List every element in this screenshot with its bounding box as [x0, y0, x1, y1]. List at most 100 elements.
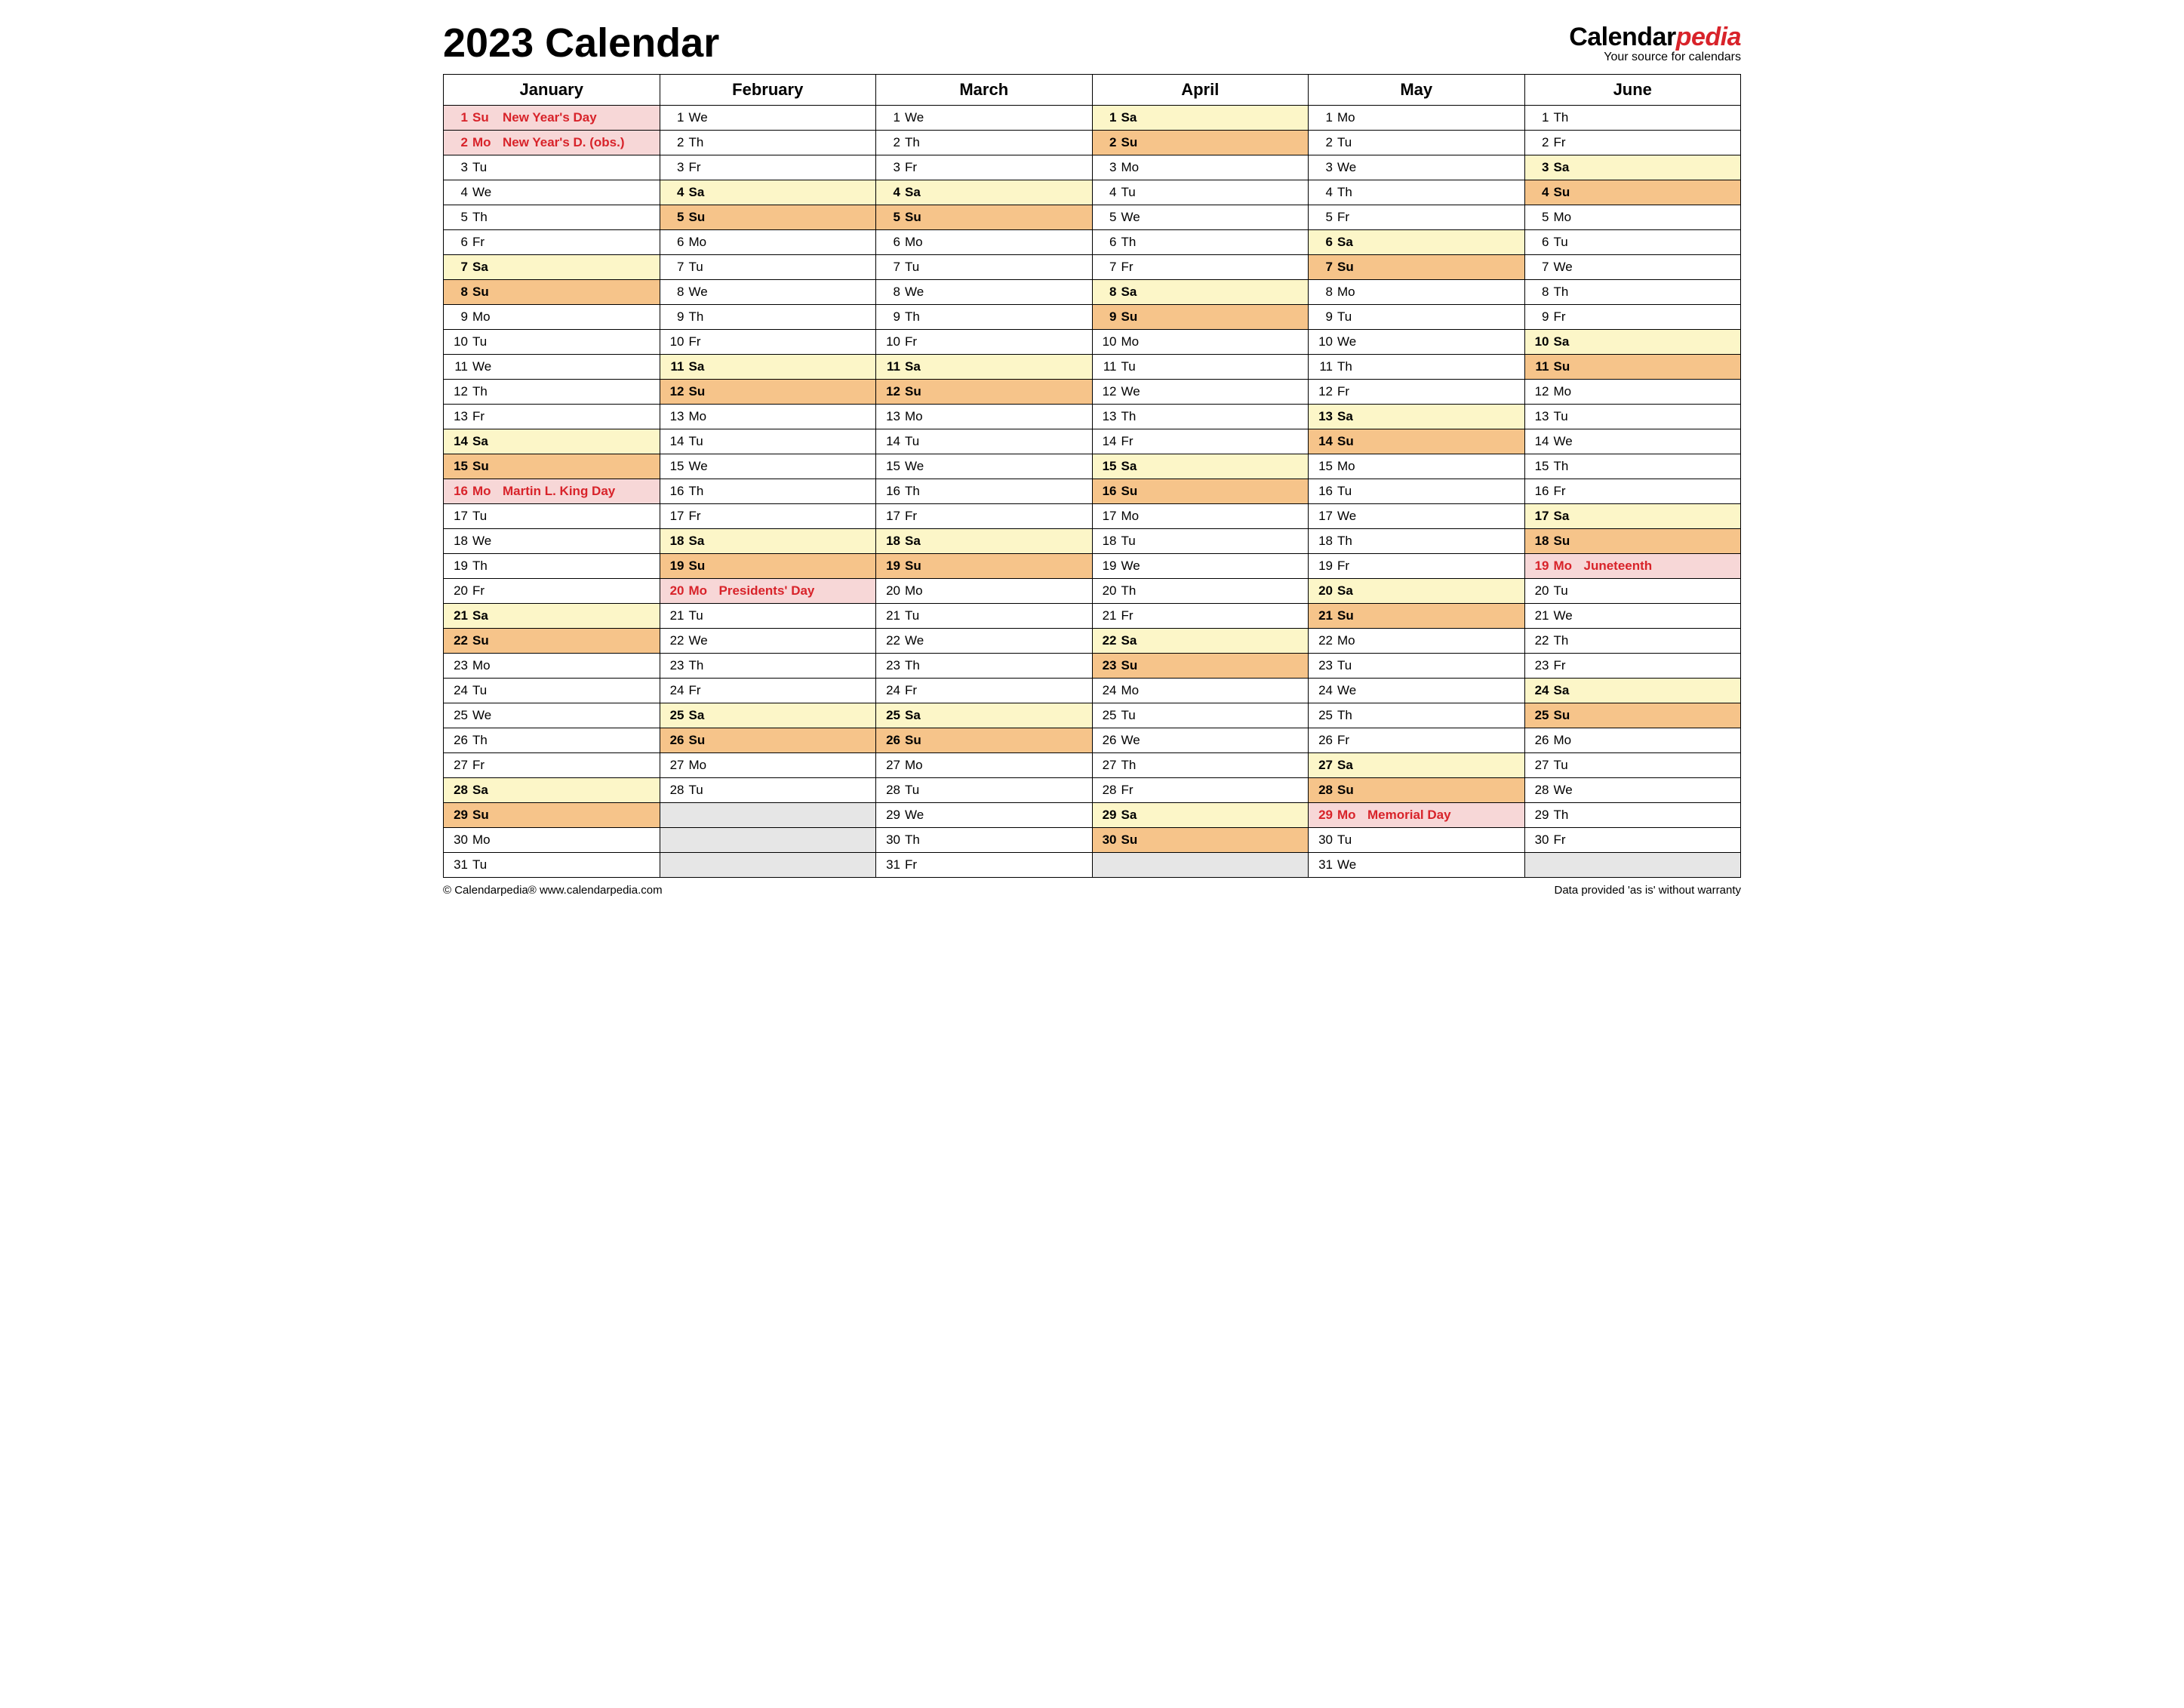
day-number: 8	[448, 285, 468, 300]
brand-name-a: Calendar	[1569, 23, 1676, 51]
day-number: 17	[448, 509, 468, 524]
day-cell: 25Su	[1524, 703, 1741, 728]
day-of-week: Sa	[1333, 758, 1363, 773]
day-cell: 2Th	[660, 131, 876, 155]
day-cell: 9Fr	[1524, 305, 1741, 330]
day-number: 6	[448, 235, 468, 250]
day-number: 2	[1313, 135, 1333, 150]
day-number: 2	[881, 135, 900, 150]
day-cell: 6Fr	[444, 230, 660, 255]
day-of-week: Tu	[1117, 359, 1147, 374]
calendar-table: JanuaryFebruaryMarchAprilMayJune 1SuNew …	[443, 74, 1741, 878]
day-number: 19	[1530, 559, 1549, 574]
day-of-week: Su	[900, 384, 931, 399]
month-header-row: JanuaryFebruaryMarchAprilMayJune	[444, 75, 1741, 106]
day-of-week: Th	[468, 559, 498, 574]
day-of-week: Sa	[468, 260, 498, 275]
day-number: 17	[881, 509, 900, 524]
day-number: 8	[1097, 285, 1117, 300]
day-cell: 13Fr	[444, 405, 660, 429]
day-number: 25	[665, 708, 684, 723]
day-cell: 9Su	[1092, 305, 1309, 330]
day-number: 14	[1530, 434, 1549, 449]
day-of-week: Th	[1333, 534, 1363, 549]
day-cell: 7Tu	[660, 255, 876, 280]
day-number: 25	[1530, 708, 1549, 723]
day-cell: 21Tu	[660, 604, 876, 629]
day-cell: 15We	[660, 454, 876, 479]
day-cell: 1Mo	[1309, 106, 1525, 131]
day-of-week: Su	[684, 210, 715, 225]
day-number: 24	[881, 683, 900, 698]
footer-left: © Calendarpedia® www.calendarpedia.com	[443, 884, 663, 897]
footer: © Calendarpedia® www.calendarpedia.com D…	[443, 884, 1741, 897]
day-of-week: Su	[900, 733, 931, 748]
day-of-week: Su	[900, 559, 931, 574]
day-cell: 6Tu	[1524, 230, 1741, 255]
day-of-week: Th	[1549, 808, 1580, 823]
day-cell: 3Sa	[1524, 155, 1741, 180]
day-cell: 16Su	[1092, 479, 1309, 504]
day-cell: 27Fr	[444, 753, 660, 778]
day-of-week: We	[684, 633, 715, 648]
day-number: 13	[448, 409, 468, 424]
day-number: 20	[448, 583, 468, 599]
month-header: April	[1092, 75, 1309, 106]
day-number: 7	[1313, 260, 1333, 275]
day-cell: 19Su	[660, 554, 876, 579]
day-cell: 24Mo	[1092, 679, 1309, 703]
day-cell: 1SuNew Year's Day	[444, 106, 660, 131]
day-cell: 13Th	[1092, 405, 1309, 429]
month-header: May	[1309, 75, 1525, 106]
day-number: 21	[1313, 608, 1333, 623]
day-number: 27	[881, 758, 900, 773]
calendar-row: 9Mo9Th9Th9Su9Tu9Fr	[444, 305, 1741, 330]
day-of-week: We	[900, 459, 931, 474]
day-cell: 26Th	[444, 728, 660, 753]
footer-right: Data provided 'as is' without warranty	[1554, 884, 1741, 897]
day-of-week: Mo	[468, 484, 498, 499]
day-of-week: We	[684, 285, 715, 300]
day-cell: 4Sa	[660, 180, 876, 205]
day-cell: 24Fr	[660, 679, 876, 703]
day-number: 7	[1530, 260, 1549, 275]
day-number: 13	[1530, 409, 1549, 424]
day-of-week: Sa	[1333, 235, 1363, 250]
day-number: 12	[881, 384, 900, 399]
day-number: 17	[1530, 509, 1549, 524]
day-cell: 22We	[660, 629, 876, 654]
day-of-week: We	[1333, 334, 1363, 349]
day-cell: 29Sa	[1092, 803, 1309, 828]
day-of-week: We	[900, 110, 931, 125]
day-number: 14	[665, 434, 684, 449]
day-cell: 11Sa	[876, 355, 1093, 380]
day-cell: 1Sa	[1092, 106, 1309, 131]
day-cell: 27Mo	[660, 753, 876, 778]
day-cell: 7Fr	[1092, 255, 1309, 280]
day-cell: 25Sa	[876, 703, 1093, 728]
day-of-week: Tu	[1117, 534, 1147, 549]
day-of-week: We	[1549, 260, 1580, 275]
day-cell: 5We	[1092, 205, 1309, 230]
day-cell: 23Tu	[1309, 654, 1525, 679]
day-number: 6	[1530, 235, 1549, 250]
day-cell: 14Su	[1309, 429, 1525, 454]
day-number: 18	[1530, 534, 1549, 549]
day-of-week: We	[468, 359, 498, 374]
day-cell: 19Th	[444, 554, 660, 579]
day-number: 29	[1097, 808, 1117, 823]
day-of-week: Th	[1117, 583, 1147, 599]
day-cell: 5Mo	[1524, 205, 1741, 230]
calendar-row: 8Su8We8We8Sa8Mo8Th	[444, 280, 1741, 305]
day-of-week: Fr	[468, 583, 498, 599]
day-of-week: Th	[684, 658, 715, 673]
day-cell: 28Sa	[444, 778, 660, 803]
day-number: 11	[1097, 359, 1117, 374]
day-of-week: Su	[1549, 359, 1580, 374]
day-cell: 15Sa	[1092, 454, 1309, 479]
day-of-week: Tu	[1549, 409, 1580, 424]
day-of-week: Fr	[1333, 384, 1363, 399]
day-number: 27	[448, 758, 468, 773]
calendar-row: 18We18Sa18Sa18Tu18Th18Su	[444, 529, 1741, 554]
day-of-week: Th	[1117, 235, 1147, 250]
